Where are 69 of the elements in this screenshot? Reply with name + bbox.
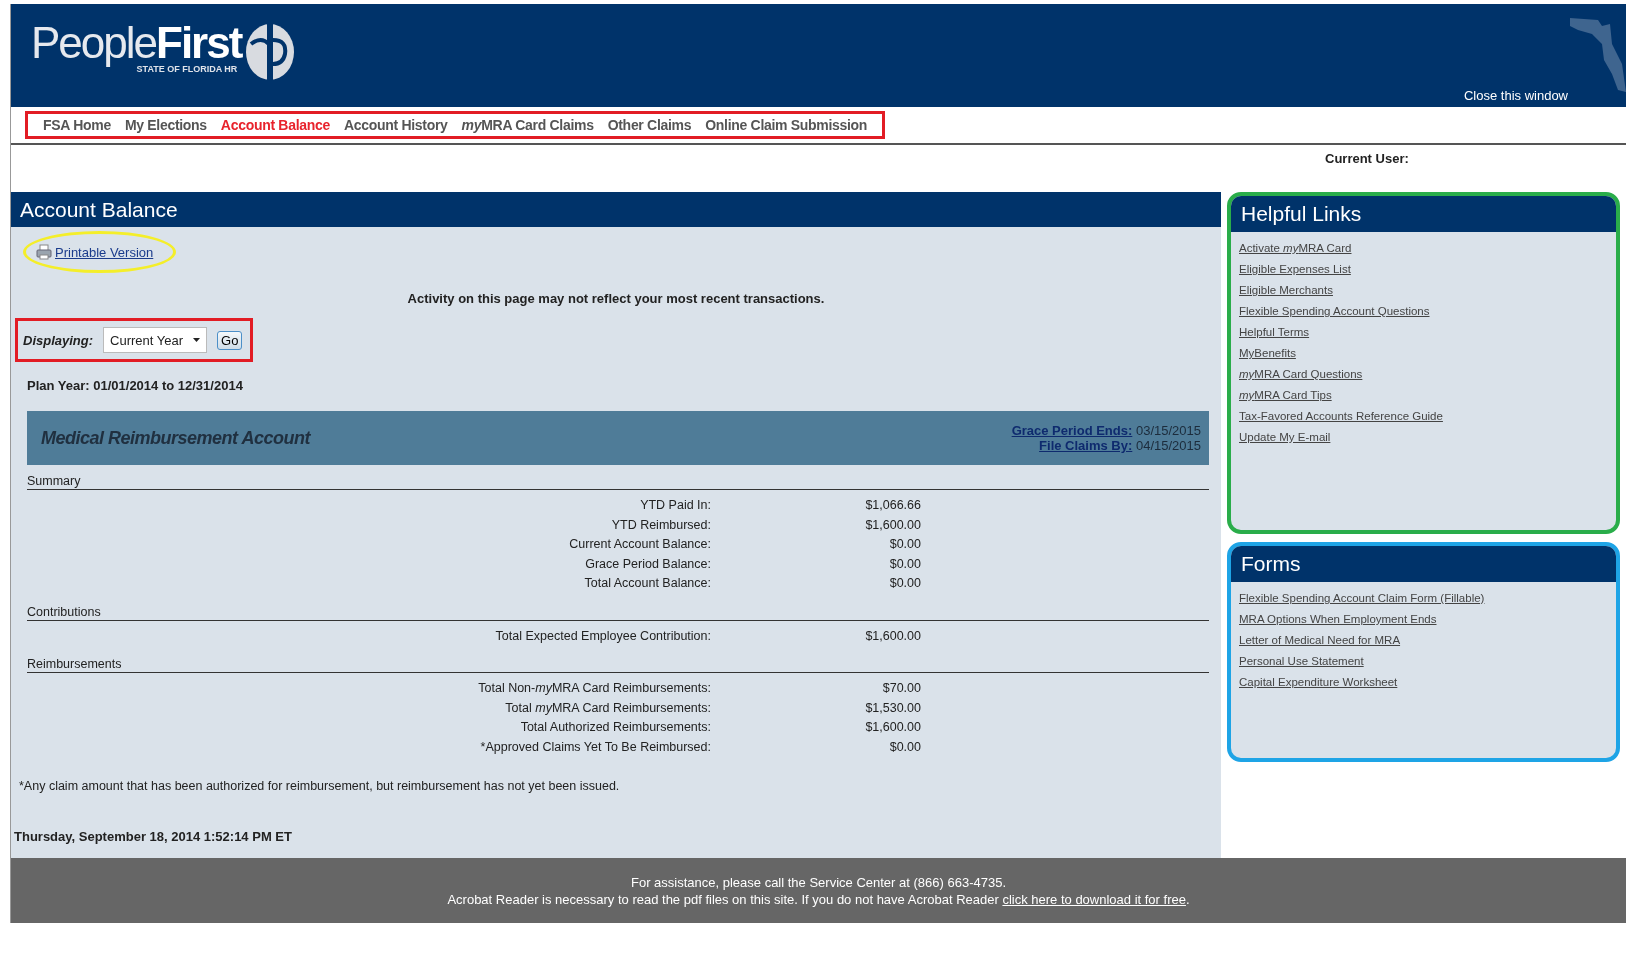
nav-tab[interactable]: FSA Home — [36, 117, 118, 133]
sidebar-link[interactable]: myMRA Card Tips — [1239, 389, 1608, 401]
nav-tab[interactable]: Account History — [336, 117, 455, 133]
row-label: Total Expected Employee Contribution: — [494, 627, 711, 645]
nav-tab[interactable]: myMRA Card Claims — [454, 117, 601, 133]
footnote-text: *Any claim amount that has been authorized for reimbursement, but reimbursement has not yet been issued. — [19, 779, 621, 793]
row-label: Total Account Balance: — [583, 575, 711, 592]
current-user-label: Current User: — [1325, 151, 1409, 168]
row-value: $1,600.00 — [864, 719, 921, 736]
row-label: Grace Period Balance: — [584, 555, 711, 573]
date-value: 04/15/2015 — [1135, 438, 1201, 453]
sidebar-link[interactable]: Tax-Favored Accounts Reference Guide — [1239, 410, 1608, 422]
logo-text: First — [156, 18, 242, 67]
row-value: $0.00 — [888, 536, 921, 553]
notice-text: Activity on this page may not reflect your most recent transactions. — [406, 291, 826, 306]
timestamp-text: Thursday, September 18, 2014 1:52:14 PM ET — [14, 829, 293, 844]
footer-text: Acrobat Reader is necessary to read the pdf files on this site. If you do not have Acrobat Reader click here to download it for free. — [446, 891, 1191, 907]
nav-tab[interactable]: My Elections — [117, 117, 214, 133]
sidebar-link[interactable]: MyBenefits — [1239, 347, 1608, 359]
date-value: 03/15/2015 — [1135, 423, 1201, 438]
panel-title: Forms — [1231, 546, 1616, 582]
footer-text: For assistance, please call the Service Center at (866) 663-4735. — [629, 874, 1007, 890]
section-heading: Contributions — [27, 604, 101, 619]
row-value: $1,600.00 — [864, 516, 921, 534]
sidebar-link[interactable]: Eligible Merchants — [1239, 284, 1608, 296]
go-button[interactable]: Go — [217, 330, 243, 350]
sidebar-link[interactable]: Flexible Spending Account Claim Form (Fillable) — [1239, 592, 1608, 604]
download-link[interactable]: click here to download it for free — [1002, 891, 1186, 907]
row-label: Total myMRA Card Reimbursements: — [504, 699, 711, 717]
sidebar-link[interactable]: Personal Use Statement — [1239, 655, 1608, 667]
row-value: $70.00 — [881, 680, 921, 697]
logo-text: People — [31, 18, 156, 67]
row-value: $1,066.66 — [864, 497, 921, 514]
row-value: $0.00 — [888, 555, 921, 573]
plan-year-text: Plan Year: 01/01/2014 to 12/31/2014 — [27, 378, 244, 393]
printer-icon — [36, 244, 52, 260]
row-label: Current Account Balance: — [568, 536, 711, 553]
sidebar-link[interactable]: Flexible Spending Account Questions — [1239, 305, 1608, 317]
row-value: $1,530.00 — [864, 699, 921, 717]
panel-title: Helpful Links — [1231, 196, 1616, 232]
close-window-link[interactable]: Close this window — [1463, 88, 1568, 103]
sidebar-link[interactable]: myMRA Card Questions — [1239, 368, 1608, 380]
row-value: $0.00 — [888, 575, 921, 592]
printable-version-link[interactable]: Printable Version — [55, 244, 154, 260]
section-title-bar: Account Balance — [11, 192, 1221, 227]
nav-tab[interactable]: Account Balance — [213, 117, 337, 133]
displaying-label: Displaying: — [23, 332, 94, 348]
sidebar-link[interactable]: Activate myMRA Card — [1239, 242, 1608, 254]
caret-icon — [193, 338, 201, 342]
sidebar-link[interactable]: Letter of Medical Need for MRA — [1239, 634, 1608, 646]
row-label: *Approved Claims Yet To Be Reimbursed: — [479, 738, 711, 756]
section-heading: Reimbursements — [27, 657, 122, 671]
sidebar-link[interactable]: Capital Expenditure Worksheet — [1239, 676, 1608, 688]
row-value: $1,600.00 — [864, 627, 921, 645]
section-heading: Summary — [27, 474, 81, 488]
sidebar-link[interactable]: Update My E-mail — [1239, 431, 1608, 443]
sidebar-link[interactable]: Eligible Expenses List — [1239, 263, 1608, 275]
year-dropdown[interactable]: Current Year — [103, 327, 208, 353]
sidebar-link[interactable]: Helpful Terms — [1239, 326, 1608, 338]
logo-tagline: STATE OF FLORIDA HR — [136, 64, 238, 74]
account-title: Medical Reimbursement Account — [41, 427, 310, 449]
row-label: YTD Reimbursed: — [610, 516, 711, 534]
row-label: Total Authorized Reimbursements: — [519, 719, 711, 736]
row-label: Total Non-myMRA Card Reimbursements: — [477, 680, 711, 697]
row-value: $0.00 — [888, 738, 921, 756]
sidebar-link[interactable]: MRA Options When Employment Ends — [1239, 613, 1608, 625]
nav-tab[interactable]: Online Claim Submission — [698, 117, 875, 133]
row-label: YTD Paid In: — [639, 497, 711, 514]
nav-tab[interactable]: Other Claims — [600, 117, 699, 133]
